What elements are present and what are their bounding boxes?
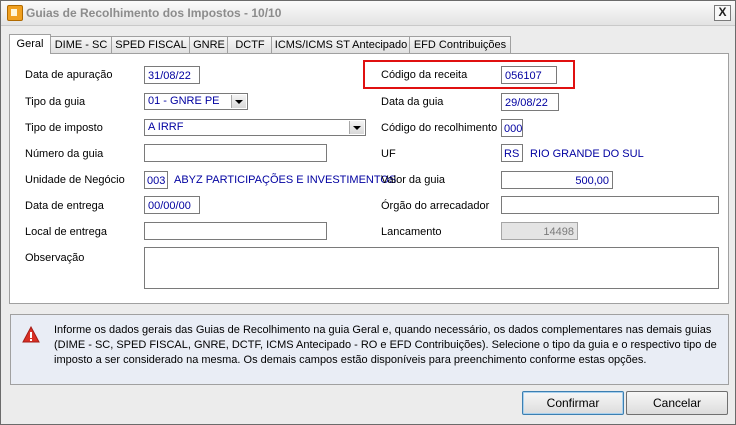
codigo-recolhimento-label: Código do recolhimento xyxy=(381,122,498,134)
data-entrega-field[interactable]: 00/00/00 xyxy=(144,196,200,214)
window-title: Guias de Recolhimento dos Impostos - 10/… xyxy=(26,6,282,20)
chevron-down-icon[interactable] xyxy=(349,121,364,134)
uf-label: UF xyxy=(381,148,396,160)
info-text: Informe os dados gerais das Guias de Rec… xyxy=(54,324,717,366)
data-apuracao-field[interactable]: 31/08/22 xyxy=(144,66,200,84)
warning-icon xyxy=(22,326,40,343)
codigo-receita-field[interactable]: 056107 xyxy=(501,66,557,84)
lancamento-label: Lancamento xyxy=(381,226,442,238)
unidade-negocio-name: ABYZ PARTICIPAÇÕES E INVESTIMENTOS xyxy=(174,174,397,186)
tab-gnre[interactable]: GNRE xyxy=(189,36,229,53)
tab-dctf[interactable]: DCTF xyxy=(227,36,273,53)
tab-icms-st-antecipado[interactable]: ICMS/ICMS ST Antecipado xyxy=(271,36,411,53)
data-entrega-label: Data de entrega xyxy=(25,200,104,212)
tipo-imposto-value: A IRRF xyxy=(148,121,184,133)
valor-guia-label: Valor da guia xyxy=(381,174,446,186)
numero-guia-field[interactable] xyxy=(144,144,327,162)
cancel-button[interactable]: Cancelar xyxy=(626,391,728,415)
codigo-receita-label: Código da receita xyxy=(381,69,468,81)
observacao-label: Observação xyxy=(25,252,85,264)
tipo-guia-select[interactable]: 01 - GNRE PE xyxy=(144,93,248,110)
tipo-guia-value: 01 - GNRE PE xyxy=(148,95,220,107)
data-guia-label: Data da guia xyxy=(381,96,444,108)
chevron-down-icon[interactable] xyxy=(231,95,246,108)
data-guia-field[interactable]: 29/08/22 xyxy=(501,93,559,111)
uf-field[interactable]: RS xyxy=(501,144,523,162)
dialog-window: Guias de Recolhimento dos Impostos - 10/… xyxy=(0,0,736,425)
codigo-recolhimento-field[interactable]: 000 xyxy=(501,119,523,137)
unidade-negocio-code-field[interactable]: 003 xyxy=(144,171,168,189)
info-panel: Informe os dados gerais das Guias de Rec… xyxy=(10,314,729,385)
tab-geral[interactable]: Geral xyxy=(9,34,51,54)
app-icon xyxy=(7,5,23,21)
orgao-arrecadador-label: Órgão do arrecadador xyxy=(381,200,490,212)
local-entrega-field[interactable] xyxy=(144,222,327,240)
tipo-imposto-select[interactable]: A IRRF xyxy=(144,119,366,136)
tab-sped-fiscal[interactable]: SPED FISCAL xyxy=(111,36,191,53)
unidade-negocio-label: Unidade de Negócio xyxy=(25,174,125,186)
numero-guia-label: Número da guia xyxy=(25,148,104,160)
title-bar[interactable]: Guias de Recolhimento dos Impostos - 10/… xyxy=(1,1,735,26)
tab-dime-sc[interactable]: DIME - SC xyxy=(49,36,113,53)
valor-guia-field[interactable]: 500,00 xyxy=(501,171,613,189)
uf-name: RIO GRANDE DO SUL xyxy=(530,148,644,160)
confirm-button[interactable]: Confirmar xyxy=(522,391,624,415)
tab-efd-contribuicoes[interactable]: EFD Contribuições xyxy=(409,36,511,53)
orgao-arrecadador-field[interactable] xyxy=(501,196,719,214)
close-button[interactable]: X xyxy=(714,5,731,21)
observacao-field[interactable] xyxy=(144,247,719,289)
local-entrega-label: Local de entrega xyxy=(25,226,107,238)
data-apuracao-label: Data de apuração xyxy=(25,69,113,81)
tipo-imposto-label: Tipo de imposto xyxy=(25,122,103,134)
lancamento-field: 14498 xyxy=(501,222,578,240)
tipo-guia-label: Tipo da guia xyxy=(25,96,86,108)
